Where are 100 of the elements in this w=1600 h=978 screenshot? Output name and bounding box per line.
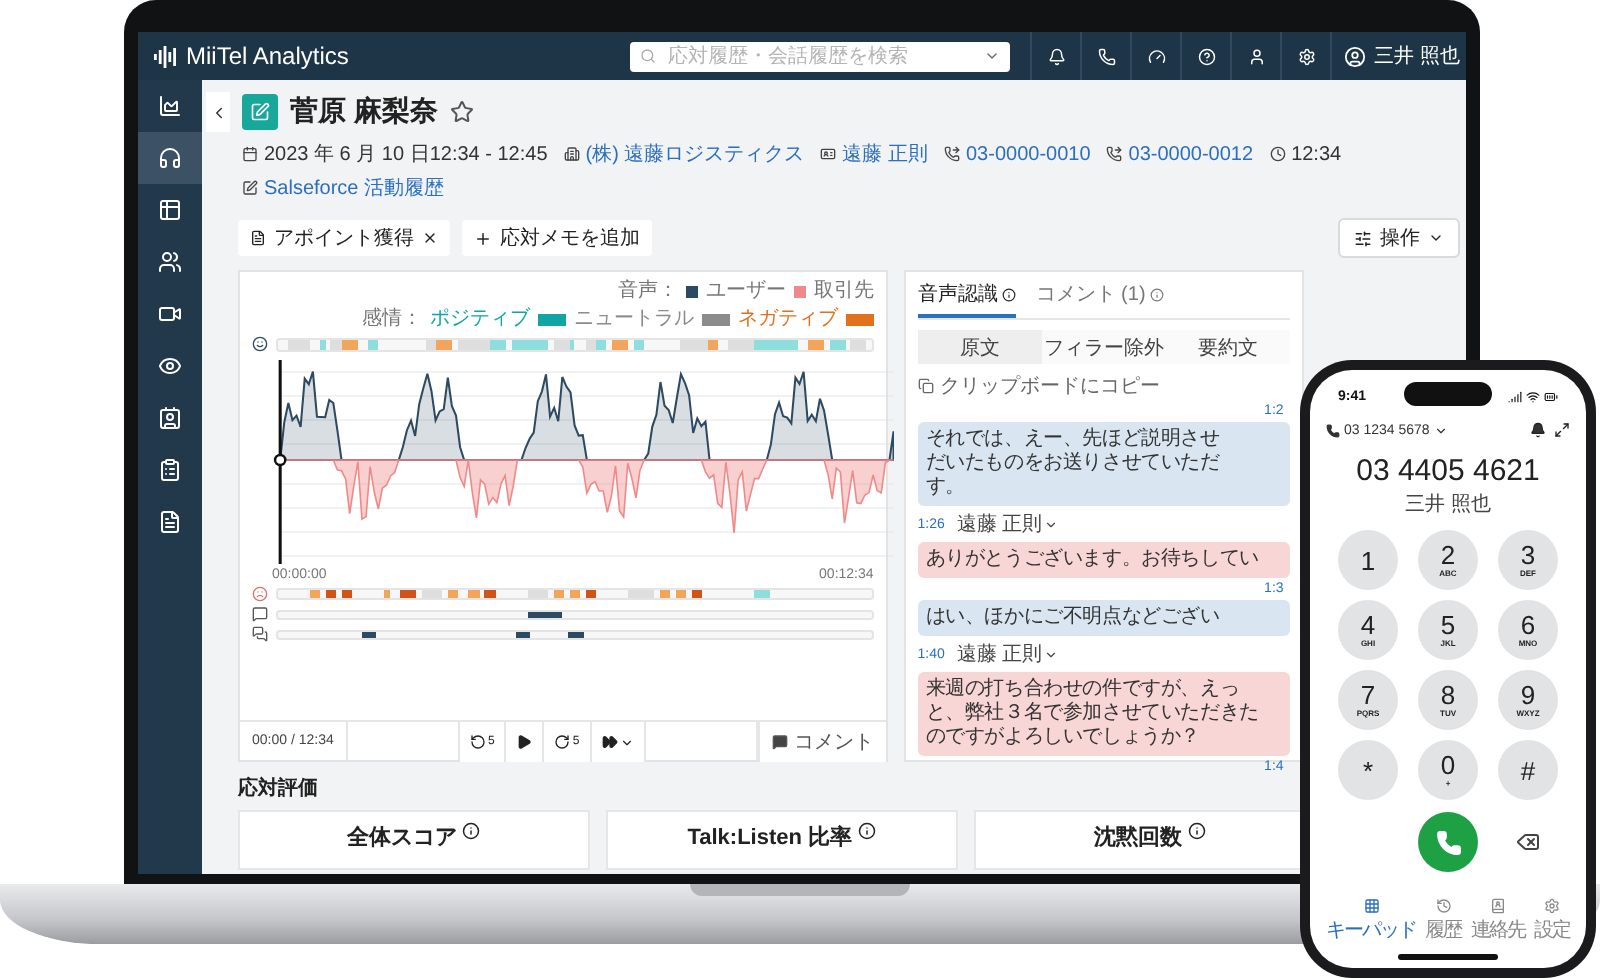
caret-icon (1044, 517, 1059, 531)
comment-button[interactable]: コメント (757, 722, 886, 762)
play-icon (516, 734, 533, 750)
info-icon (858, 822, 877, 840)
copy-icon (917, 378, 934, 394)
info-icon (462, 822, 481, 840)
user-menu-button[interactable]: 三井 照也 (1330, 32, 1466, 80)
edit-icon (250, 102, 270, 122)
legend-text: 取引先 (813, 280, 874, 304)
meta-link[interactable]: 遠藤 正則 (842, 140, 928, 168)
salesforce-link[interactable]: Salseforce 活動履歴 (264, 174, 445, 202)
section-title: 応対評価 (238, 774, 320, 802)
phone-tab[interactable]: 設定 (1533, 898, 1570, 944)
gauge-icon (1147, 47, 1165, 65)
settings-icon (1297, 47, 1315, 65)
dial-key[interactable]: 1 (1338, 530, 1398, 590)
message-bubble: はい、ほかにご不明点などござい (917, 600, 1290, 636)
history-icon (1435, 898, 1452, 914)
phone-tab[interactable]: キーパッド (1326, 898, 1416, 944)
expand-icon (1554, 422, 1570, 438)
message-bubble: 来週の打ち合わせの件ですが、えっ と、弊社３名で参加させていただきた のですがよろしいでしょうか？ (917, 672, 1290, 756)
camera-notch (1404, 382, 1492, 406)
legend-label: 音声： (617, 280, 678, 304)
clock-icon (1269, 146, 1286, 162)
clipboard-icon (158, 458, 182, 482)
phone-arrow-icon (944, 146, 960, 162)
dial-key[interactable]: * (1338, 740, 1398, 800)
calendar-icon (242, 146, 258, 162)
app-logo-text: MiiTel Analytics (186, 42, 349, 70)
phone-tab[interactable]: 連絡先 (1470, 898, 1525, 944)
legend-text: ネガティブ (737, 308, 838, 332)
legend-label: 感情： (361, 308, 422, 332)
signal-icon (1508, 389, 1522, 403)
call-button[interactable] (1418, 812, 1478, 872)
contact-card-icon (158, 406, 182, 430)
speaker-name[interactable]: 遠藤 正則 (956, 640, 1059, 668)
copy-link[interactable]: クリップボードにコピー (917, 372, 1160, 400)
speaker-name[interactable]: 遠藤 正則 (956, 510, 1059, 538)
meta-link[interactable]: (株) 遠藤ロジスティクス (585, 140, 805, 168)
tag-chip[interactable]: アポイント獲得 (238, 220, 450, 256)
help-icon (1197, 47, 1215, 65)
phone-icon (1326, 423, 1340, 437)
plus-icon (474, 229, 492, 247)
caret-icon (1044, 647, 1059, 661)
collapse-button[interactable] (206, 92, 230, 132)
caller-name: 三井 照也 (1405, 491, 1491, 518)
score-card-title: 全体スコア (346, 823, 457, 852)
keypad-icon (1363, 898, 1379, 914)
close-icon (422, 230, 438, 246)
speech-bubble-icon (771, 734, 788, 750)
edit-icon (242, 180, 258, 196)
legend-text: ユーザー (705, 280, 786, 304)
message-bubble: ありがとうございます。お待ちしてい (917, 542, 1290, 578)
eye-icon (158, 354, 182, 378)
wifi-icon (1526, 389, 1540, 403)
score-card-title: Talk:Listen 比率 (687, 823, 853, 852)
search-icon (640, 48, 656, 64)
delete-button[interactable] (1516, 830, 1540, 854)
view-toggle[interactable]: 要約文 (1165, 330, 1290, 364)
sidebar-button[interactable] (138, 132, 202, 184)
building-icon (563, 146, 580, 162)
speed-button[interactable] (591, 722, 646, 762)
tab[interactable]: 音声認識 (917, 272, 1016, 318)
info-icon (1187, 822, 1206, 840)
meta-link[interactable]: 03-0000-0010 (966, 143, 1091, 165)
people-icon (158, 250, 182, 274)
dial-key[interactable]: # (1498, 740, 1558, 800)
add-memo-button[interactable]: 応対メモを追加 (462, 220, 652, 256)
view-toggle[interactable]: フィラー除外 (1041, 330, 1166, 364)
record-title: 菅原 麻梨奈 (290, 94, 438, 130)
legend-text: ポジティブ (429, 308, 530, 332)
smiley-icon (252, 336, 268, 352)
speech-bubble-icon (252, 606, 268, 622)
score-card-title: 沈黙回数 (1093, 823, 1182, 852)
meta-text: 12:34 (1291, 143, 1342, 165)
meta-link[interactable]: 03-0000-0012 (1128, 143, 1254, 165)
forward-icon (554, 734, 571, 750)
area-chart-icon (158, 94, 182, 118)
bell-icon (1047, 47, 1065, 65)
person-icon (1247, 47, 1265, 65)
phone-icon (1435, 829, 1461, 855)
meta-text: 2023 年 6 月 10 日12:34 - 12:45 (264, 142, 548, 168)
document-icon (250, 230, 266, 246)
bell-icon (1530, 422, 1546, 438)
actions-button[interactable]: 操作 (1337, 218, 1460, 258)
video-camera-icon (158, 302, 182, 326)
play-button[interactable] (506, 722, 545, 762)
star-icon[interactable] (449, 100, 474, 124)
caret-icon (984, 48, 1000, 64)
caret-icon (1433, 423, 1448, 437)
fast-forward-icon (601, 734, 618, 750)
headphones-icon (158, 146, 182, 170)
tab[interactable]: コメント (1) (1035, 272, 1164, 318)
table-icon (158, 198, 182, 222)
rewind-icon (469, 734, 486, 750)
legend-text: ニュートラル (573, 308, 694, 332)
sliders-icon (1353, 229, 1372, 247)
phone-tab[interactable]: 履歴 (1425, 898, 1462, 944)
backspace-icon (1516, 830, 1540, 854)
view-toggle[interactable]: 原文 (917, 330, 1042, 364)
